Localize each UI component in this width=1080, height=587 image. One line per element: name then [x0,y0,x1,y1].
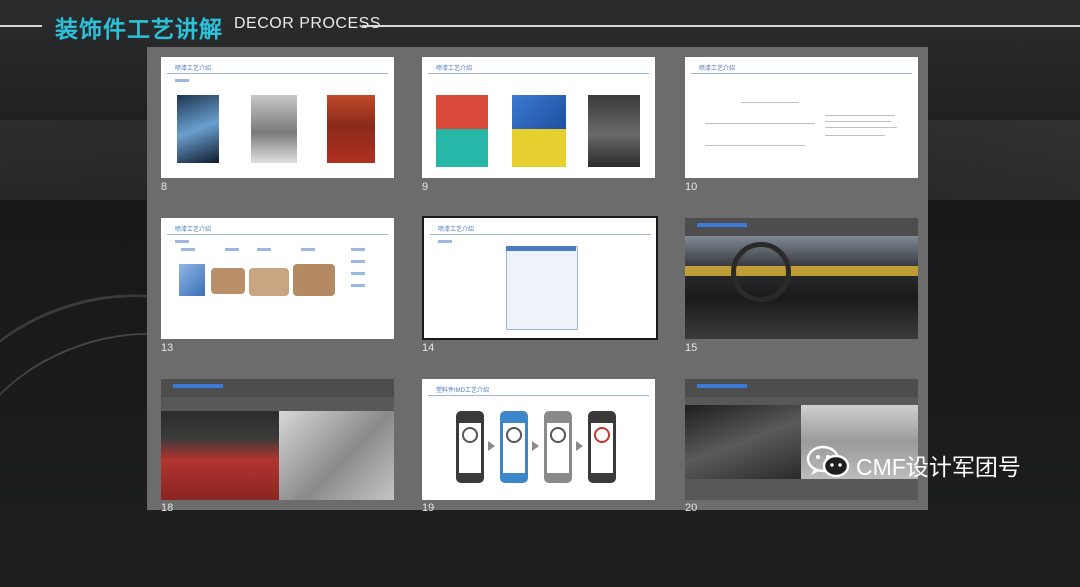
arrow-icon [576,441,583,451]
slide-bullet [351,284,365,287]
slide-thumbnail[interactable]: 喷漆工艺介绍 [161,57,394,178]
swatch-dark-grey [588,95,640,167]
swatch-blue-metallic [512,95,566,129]
spec-table [506,246,578,330]
slide-number: 20 [685,502,698,514]
slide-title-bar [161,379,394,397]
slide-number: 9 [422,181,429,193]
phone-step-4 [588,411,616,483]
watermark-text: CMF设计军团号 [856,454,1021,480]
header: 装饰件工艺讲解 DECOR PROCESS [0,0,1080,50]
diagram-line [741,102,799,103]
slide-bullet [175,79,189,82]
slide-title: 喷漆工艺介绍 [699,66,736,72]
slide-bullet [438,240,452,243]
photo-spray-robot [177,95,219,163]
illustration-part [179,264,205,296]
swatch-red-texture [436,95,488,129]
slide-title-rule [428,73,649,74]
text-line [825,121,891,122]
dashboard-trim-yellow [685,266,918,276]
phone-step-1 [456,411,484,483]
slide-number: 10 [685,181,698,193]
slide-number: 14 [422,342,435,354]
slide-title: 塑料件IMD工艺介绍 [436,388,489,394]
slide-title-rule [430,234,651,235]
text-line [825,115,895,116]
slide-title-rule [167,234,388,235]
illustration-machine [249,268,289,296]
illustration-machine [293,264,335,296]
spec-table-header [506,246,576,251]
arrow-icon [488,441,495,451]
slide-bullet [301,248,315,251]
slide-bullet [175,240,189,243]
slide-number: 18 [161,502,174,514]
steering-wheel [731,242,791,302]
slide-title-rule [167,73,388,74]
text-line [825,135,885,136]
slide-title: 喷漆工艺介绍 [175,227,212,233]
photo-painted-parts [327,95,375,163]
slide-title: 喷漆工艺介绍 [436,66,473,72]
photo-spray-booth [251,95,297,163]
arrow-icon [532,441,539,451]
header-divider [0,25,42,27]
diagram-line [705,123,815,124]
slide-number: 8 [161,181,168,193]
swatch-yellow [512,129,566,167]
slide-bullet [351,260,365,263]
slide-bullet [351,248,365,251]
slide-title-rule [691,73,912,74]
slide-bullet [225,248,239,251]
slide-thumbnail[interactable]: 喷漆工艺介绍 [422,57,655,178]
photo-door-panel-trim [685,405,801,479]
slide-title-bar [685,379,918,397]
photo-red-interior [161,411,279,500]
photo-car-interior-dashboard [685,236,918,339]
slide-bullet [351,272,365,275]
slide-bullet [257,248,271,251]
slide-thumbnail-selected[interactable]: 喷漆工艺介绍 [422,216,658,340]
wechat-icon [806,445,850,478]
header-divider [362,25,1080,27]
slide-thumbnail[interactable]: 喷漆工艺介绍 [161,218,394,339]
illustration-machine [211,268,245,294]
slide-number: 19 [422,502,435,514]
slide-title: 喷漆工艺介绍 [438,227,475,233]
slide-thumbnail[interactable] [685,218,918,339]
page-subtitle: DECOR PROCESS [234,15,381,32]
page-title: 装饰件工艺讲解 [55,16,223,42]
slide-bullet [181,248,195,251]
slide-thumbnail[interactable]: 塑料件IMD工艺介绍 [422,379,655,500]
swatch-teal-texture [436,129,488,167]
text-line [825,127,897,128]
slide-title-bar [685,218,918,236]
slide-thumbnail[interactable] [161,379,394,500]
slide-number: 15 [685,342,698,354]
diagram-line [705,145,805,146]
phone-step-2 [500,411,528,483]
slide-thumbnail[interactable]: 喷漆工艺介绍 [685,57,918,178]
slide-number: 13 [161,342,174,354]
slide-sorter-panel: 喷漆工艺介绍 8 喷漆工艺介绍 9 喷漆工艺介绍 10 喷漆工艺介绍 13 喷漆… [147,47,928,514]
slide-title-rule [428,395,649,396]
phone-step-3 [544,411,572,483]
photo-door-handle [279,411,394,500]
slide-title: 喷漆工艺介绍 [175,66,212,72]
